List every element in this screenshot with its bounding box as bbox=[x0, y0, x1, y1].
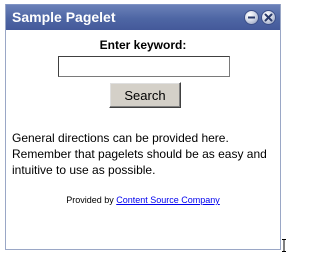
content-source-link[interactable]: Content Source Company bbox=[116, 195, 220, 205]
keyword-input[interactable] bbox=[58, 56, 230, 77]
pagelet-title: Sample Pagelet bbox=[12, 9, 116, 25]
pagelet-window: Sample Pagelet Enter keyword: Search Gen… bbox=[5, 4, 281, 250]
provided-by-prefix: Provided by bbox=[66, 195, 114, 205]
provided-by-line: Provided by Content Source Company bbox=[6, 195, 280, 205]
pagelet-titlebar: Sample Pagelet bbox=[6, 4, 280, 30]
minimize-icon[interactable] bbox=[244, 10, 259, 25]
text-cursor-icon bbox=[282, 239, 286, 252]
directions-text: General directions can be provided here.… bbox=[12, 131, 267, 177]
close-icon[interactable] bbox=[261, 10, 276, 25]
search-button[interactable]: Search bbox=[109, 82, 181, 108]
keyword-label: Enter keyword: bbox=[99, 38, 187, 52]
